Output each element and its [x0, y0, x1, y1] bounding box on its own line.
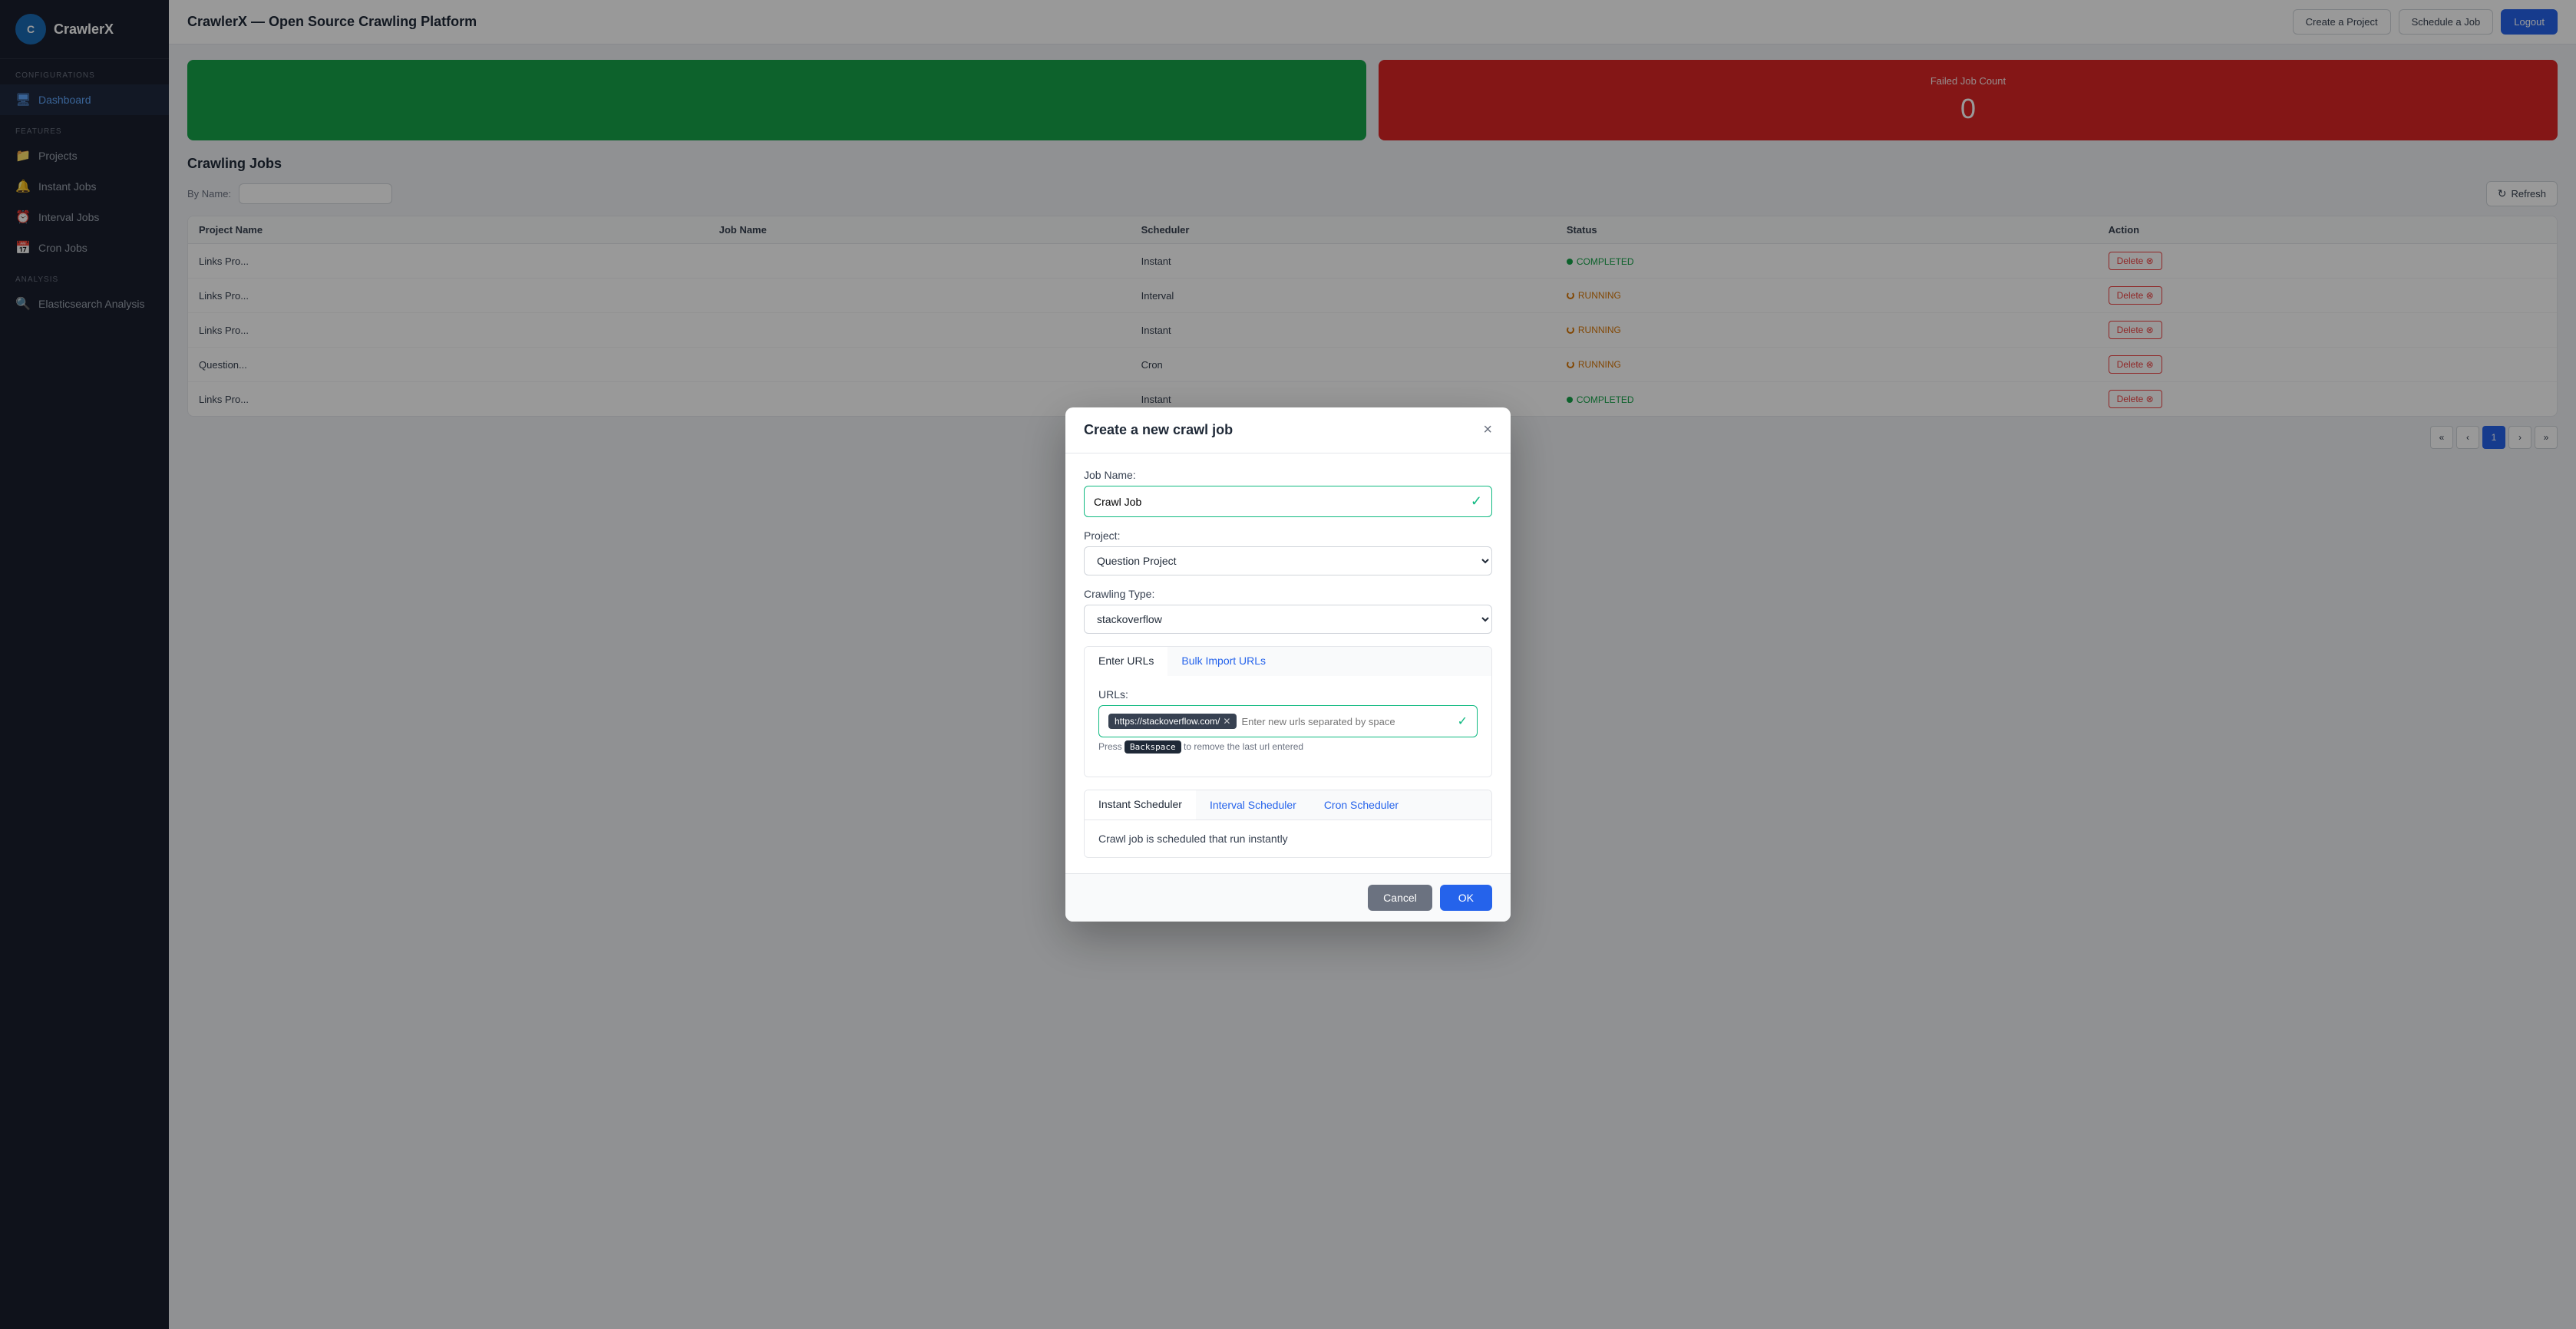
- crawling-type-label: Crawling Type:: [1084, 588, 1492, 600]
- project-select[interactable]: Question Project: [1084, 546, 1492, 575]
- tab-interval-scheduler[interactable]: Interval Scheduler: [1196, 790, 1310, 819]
- url-tag-remove[interactable]: ✕: [1223, 716, 1230, 727]
- scheduler-tab-content: Crawl job is scheduled that run instantl…: [1085, 820, 1491, 857]
- url-hint: Press Backspace to remove the last url e…: [1098, 741, 1478, 752]
- url-tab-group: Enter URLs Bulk Import URLs URLs: https:…: [1084, 646, 1492, 777]
- url-hint-prefix: Press: [1098, 741, 1122, 752]
- modal-footer: Cancel OK: [1065, 873, 1511, 922]
- urls-label: URLs:: [1098, 688, 1478, 701]
- tab-bulk-import[interactable]: Bulk Import URLs: [1167, 647, 1280, 676]
- project-label: Project:: [1084, 529, 1492, 542]
- modal-title: Create a new crawl job: [1084, 422, 1233, 438]
- crawling-type-select[interactable]: stackoverflow: [1084, 605, 1492, 634]
- instant-description: Crawl job is scheduled that run instantl…: [1098, 833, 1288, 845]
- modal-header: Create a new crawl job ×: [1065, 407, 1511, 453]
- url-tag: https://stackoverflow.com/ ✕: [1108, 714, 1237, 729]
- url-tab-content: URLs: https://stackoverflow.com/ ✕ ✓ Pre…: [1085, 676, 1491, 777]
- ok-button[interactable]: OK: [1440, 885, 1492, 911]
- job-name-check-icon: ✓: [1471, 493, 1482, 510]
- url-hint-suffix: to remove the last url entered: [1184, 741, 1303, 752]
- modal-body: Job Name: ✓ Project: Question Project Cr…: [1065, 453, 1511, 873]
- job-name-group: Job Name: ✓: [1084, 469, 1492, 517]
- url-check-icon: ✓: [1458, 714, 1468, 729]
- modal-overlay: Create a new crawl job × Job Name: ✓ Pro…: [0, 0, 2576, 1329]
- tab-cron-scheduler[interactable]: Cron Scheduler: [1310, 790, 1412, 819]
- job-name-input[interactable]: [1094, 496, 1471, 508]
- tab-instant-scheduler[interactable]: Instant Scheduler: [1085, 790, 1196, 819]
- cancel-button[interactable]: Cancel: [1368, 885, 1432, 911]
- create-job-modal: Create a new crawl job × Job Name: ✓ Pro…: [1065, 407, 1511, 922]
- job-name-label: Job Name:: [1084, 469, 1492, 481]
- modal-close-button[interactable]: ×: [1483, 421, 1492, 439]
- project-group: Project: Question Project: [1084, 529, 1492, 575]
- url-tab-header: Enter URLs Bulk Import URLs: [1085, 647, 1491, 676]
- scheduler-tab-header: Instant Scheduler Interval Scheduler Cro…: [1085, 790, 1491, 820]
- url-text-input[interactable]: [1241, 716, 1452, 727]
- tab-enter-urls[interactable]: Enter URLs: [1085, 647, 1167, 676]
- urls-group: URLs: https://stackoverflow.com/ ✕ ✓ Pre…: [1098, 688, 1478, 752]
- url-tag-text: https://stackoverflow.com/: [1115, 716, 1220, 727]
- scheduler-section: Instant Scheduler Interval Scheduler Cro…: [1084, 790, 1492, 858]
- job-name-input-row: ✓: [1084, 486, 1492, 517]
- backspace-kbd: Backspace: [1125, 740, 1181, 754]
- crawling-type-group: Crawling Type: stackoverflow: [1084, 588, 1492, 634]
- url-input-area[interactable]: https://stackoverflow.com/ ✕ ✓: [1098, 705, 1478, 737]
